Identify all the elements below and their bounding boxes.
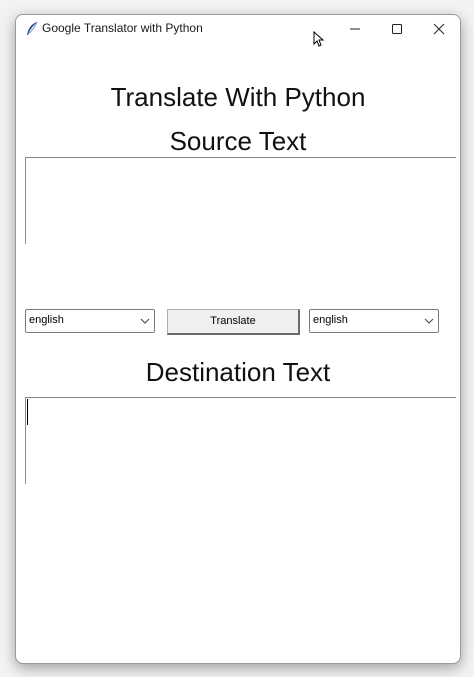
feather-icon xyxy=(27,21,38,35)
window-title: Google Translator with Python xyxy=(42,21,203,35)
app-title: Translate With Python xyxy=(110,82,366,112)
destination-text-output[interactable] xyxy=(25,397,456,484)
maximize-button[interactable] xyxy=(376,15,418,43)
translate-button[interactable]: Translate xyxy=(167,309,300,335)
destination-language-select[interactable]: english xyxy=(309,309,439,333)
mouse-cursor-icon xyxy=(313,31,325,47)
source-text-label: Source Text xyxy=(169,126,307,156)
close-icon xyxy=(433,23,445,35)
source-text-input[interactable] xyxy=(25,157,456,244)
chevron-down-icon xyxy=(140,318,150,324)
close-button[interactable] xyxy=(418,15,460,43)
destination-language-value: english xyxy=(313,314,348,326)
destination-text-label: Destination Text xyxy=(145,357,331,387)
title-bar[interactable]: Google Translator with Python xyxy=(16,15,460,47)
chevron-down-icon xyxy=(424,318,434,324)
maximize-icon xyxy=(392,24,402,34)
app-window: Google Translator with Python Translate … xyxy=(15,14,461,664)
text-caret xyxy=(27,399,28,425)
source-language-value: english xyxy=(29,314,64,326)
minimize-button[interactable] xyxy=(334,15,376,43)
minimize-icon xyxy=(350,28,360,30)
source-language-select[interactable]: english xyxy=(25,309,155,333)
